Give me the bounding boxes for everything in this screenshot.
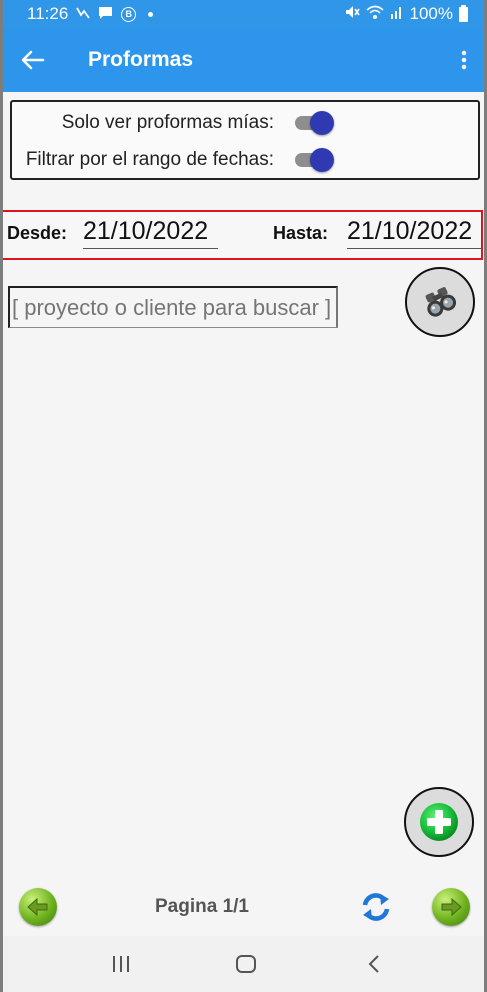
add-proforma-button[interactable] xyxy=(404,787,474,857)
to-date-field[interactable]: 21/10/2022 xyxy=(347,215,482,249)
only-mine-toggle[interactable] xyxy=(295,110,335,136)
wifi-icon xyxy=(365,4,384,25)
date-range-toggle[interactable] xyxy=(295,147,335,173)
prev-page-button[interactable] xyxy=(19,888,57,926)
arrow-right-circle-icon xyxy=(441,898,462,916)
from-date-label: Desde: xyxy=(7,223,68,243)
status-time: 11:26 xyxy=(27,4,69,23)
recent-apps-icon xyxy=(113,956,129,972)
back-button[interactable] xyxy=(3,28,63,92)
plus-circle-icon xyxy=(420,803,458,841)
mute-icon xyxy=(344,4,360,25)
arrow-left-icon xyxy=(21,50,45,70)
filter-only-mine-label: Solo ver proformas mías: xyxy=(61,112,274,133)
dot-icon xyxy=(148,11,154,17)
refresh-icon xyxy=(362,893,390,921)
more-vertical-icon xyxy=(461,50,467,70)
pagination-bar: Pagina 1/1 xyxy=(3,880,484,936)
filter-only-mine-row: Solo ver proformas mías: xyxy=(12,105,478,141)
search-button[interactable] xyxy=(405,267,475,337)
status-bar: 11:26 B 100% xyxy=(3,0,484,28)
page-indicator: Pagina 1/1 xyxy=(155,896,249,917)
home-icon xyxy=(236,955,256,973)
recent-apps-button[interactable] xyxy=(106,950,136,978)
overflow-menu-button[interactable] xyxy=(444,28,484,92)
signal-icon xyxy=(390,4,404,24)
filters-panel: Solo ver proformas mías: Filtrar por el … xyxy=(10,100,480,180)
next-page-button[interactable] xyxy=(432,888,470,926)
chat-icon xyxy=(98,6,113,22)
search-input[interactable] xyxy=(8,286,338,328)
home-button[interactable] xyxy=(231,950,261,978)
battery-icon xyxy=(459,4,468,22)
n-notification-icon xyxy=(76,7,91,21)
b-badge-icon: B xyxy=(121,6,137,22)
page-title: Proformas xyxy=(88,48,194,71)
from-date-field[interactable]: 21/10/2022 xyxy=(83,215,218,249)
binoculars-icon xyxy=(425,287,457,317)
refresh-button[interactable] xyxy=(357,888,395,926)
arrow-left-circle-icon xyxy=(27,898,48,916)
filter-date-range-row: Filtrar por el rango de fechas: xyxy=(12,142,478,178)
system-back-button[interactable] xyxy=(359,950,389,978)
screen: 11:26 B 100% Proformas Solo ver proforma… xyxy=(3,0,484,992)
app-bar: Proformas xyxy=(3,28,484,92)
battery-percent: 100% xyxy=(409,4,453,23)
system-nav-bar xyxy=(3,936,484,992)
date-range-panel: Desde: 21/10/2022 Hasta: 21/10/2022 xyxy=(3,210,483,260)
filter-date-range-label: Filtrar por el rango de fechas: xyxy=(25,149,274,170)
back-icon xyxy=(368,955,379,973)
to-date-label: Hasta: xyxy=(273,223,329,243)
